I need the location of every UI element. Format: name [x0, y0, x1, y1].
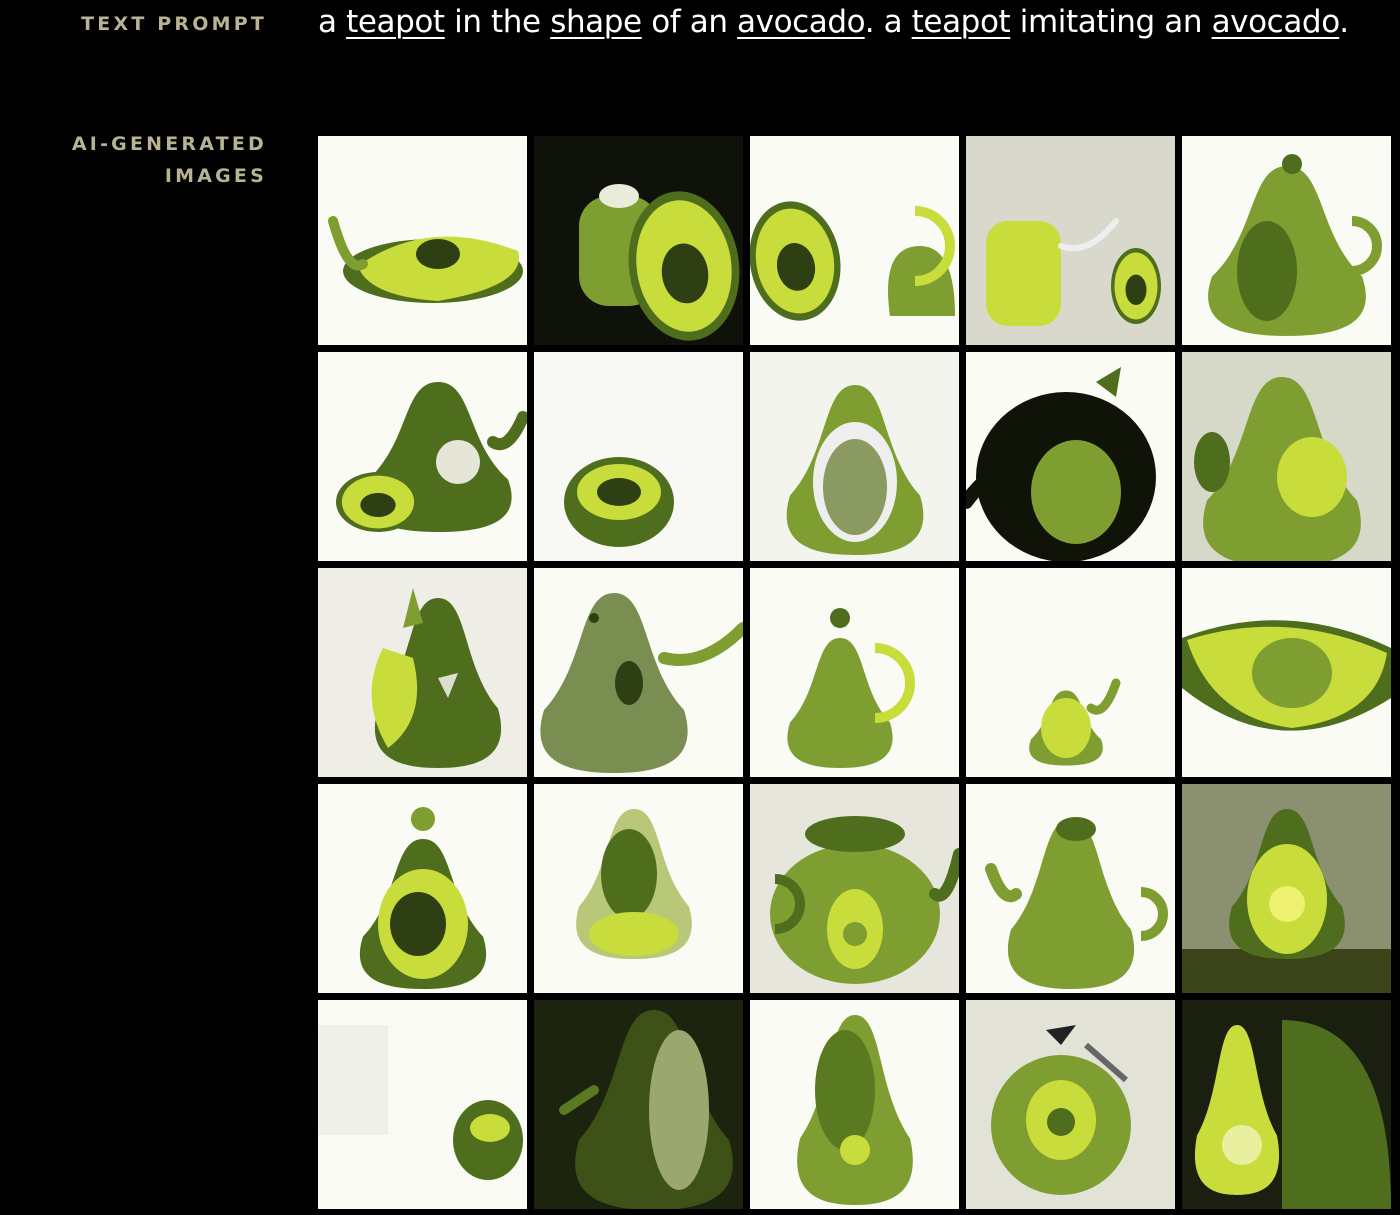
- generated-image-17[interactable]: [534, 784, 743, 993]
- generated-image-14-picture: [966, 568, 1175, 777]
- generated-image-10[interactable]: [1182, 352, 1391, 561]
- generated-image-20-picture: [1182, 784, 1391, 993]
- prompt-text: . a: [864, 4, 912, 40]
- generated-image-15-picture: [1182, 568, 1391, 777]
- generated-image-19[interactable]: [966, 784, 1175, 993]
- generated-image-24-picture: [966, 1000, 1175, 1209]
- generated-image-11[interactable]: [318, 568, 527, 777]
- generated-image-12[interactable]: [534, 568, 743, 777]
- generated-image-23[interactable]: [750, 1000, 959, 1209]
- generated-image-6[interactable]: [318, 352, 527, 561]
- generated-image-7[interactable]: [534, 352, 743, 561]
- prompt-word-shape[interactable]: shape: [550, 4, 642, 40]
- prompt-text: of an: [641, 4, 738, 40]
- generated-image-24[interactable]: [966, 1000, 1175, 1209]
- prompt-word-avocado[interactable]: avocado: [1212, 4, 1340, 40]
- prompt-text: imitating an: [1010, 4, 1212, 40]
- generated-image-16[interactable]: [318, 784, 527, 993]
- ai-generated-label-line2: IMAGES: [164, 165, 267, 187]
- ai-generated-images-label: AI-GENERATED IMAGES: [7, 128, 267, 192]
- generated-image-15[interactable]: [1182, 568, 1391, 777]
- generated-image-12-picture: [534, 568, 743, 777]
- text-prompt: a teapot in the shape of an avocado. a t…: [318, 0, 1398, 44]
- generated-image-20[interactable]: [1182, 784, 1391, 993]
- generated-image-25-picture: [1182, 1000, 1391, 1209]
- generated-image-11-picture: [318, 568, 527, 777]
- text-prompt-label: TEXT PROMPT: [81, 13, 267, 35]
- generated-image-1[interactable]: [318, 136, 527, 345]
- generated-image-21[interactable]: [318, 1000, 527, 1209]
- generated-image-2-picture: [534, 136, 743, 345]
- prompt-word-teapot[interactable]: teapot: [912, 4, 1011, 40]
- generated-image-16-picture: [318, 784, 527, 993]
- generated-image-2[interactable]: [534, 136, 743, 345]
- image-grid: [318, 136, 1400, 1215]
- generated-image-5[interactable]: [1182, 136, 1391, 345]
- generated-image-8-picture: [750, 352, 959, 561]
- ai-generated-label-line1: AI-GENERATED: [71, 133, 267, 155]
- prompt-text: in the: [444, 4, 551, 40]
- generated-image-1-picture: [318, 136, 527, 345]
- generated-image-7-picture: [534, 352, 743, 561]
- generated-image-10-picture: [1182, 352, 1391, 561]
- generated-image-22-picture: [534, 1000, 743, 1209]
- prompt-word-avocado[interactable]: avocado: [737, 4, 865, 40]
- generated-image-9[interactable]: [966, 352, 1175, 561]
- prompt-text: .: [1339, 4, 1349, 40]
- generated-image-19-picture: [966, 784, 1175, 993]
- prompt-word-teapot[interactable]: teapot: [346, 4, 445, 40]
- generated-image-8[interactable]: [750, 352, 959, 561]
- generated-image-3-picture: [750, 136, 959, 345]
- generated-image-14[interactable]: [966, 568, 1175, 777]
- generated-image-3[interactable]: [750, 136, 959, 345]
- generated-image-21-picture: [318, 1000, 527, 1209]
- generated-image-18[interactable]: [750, 784, 959, 993]
- generated-image-18-picture: [750, 784, 959, 993]
- generated-image-25[interactable]: [1182, 1000, 1391, 1209]
- generated-image-9-picture: [966, 352, 1175, 561]
- generated-image-4[interactable]: [966, 136, 1175, 345]
- generated-image-5-picture: [1182, 136, 1391, 345]
- prompt-text: a: [318, 4, 347, 40]
- generated-image-13-picture: [750, 568, 959, 777]
- generated-image-17-picture: [534, 784, 743, 993]
- generated-image-4-picture: [966, 136, 1175, 345]
- generated-image-6-picture: [318, 352, 527, 561]
- generated-image-23-picture: [750, 1000, 959, 1209]
- generated-image-22[interactable]: [534, 1000, 743, 1209]
- generated-image-13[interactable]: [750, 568, 959, 777]
